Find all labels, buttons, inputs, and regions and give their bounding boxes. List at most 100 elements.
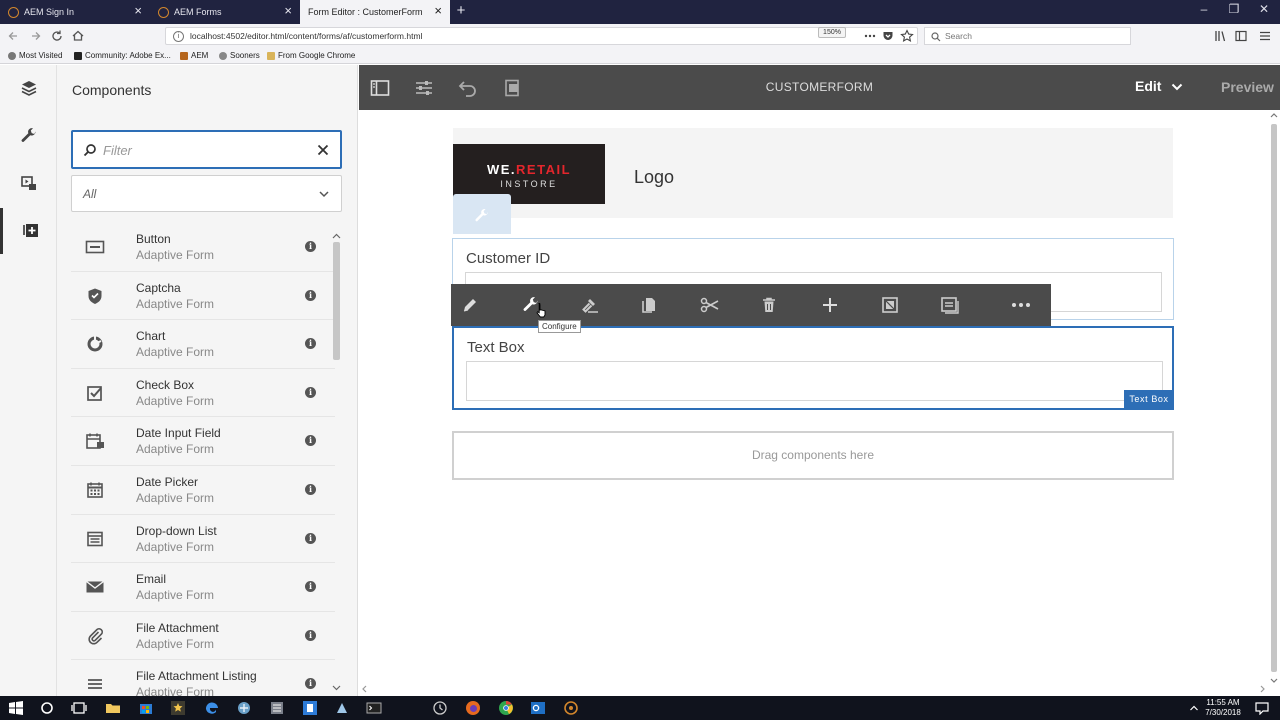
close-icon[interactable]: × bbox=[434, 4, 442, 18]
outlook-icon[interactable] bbox=[530, 700, 546, 716]
site-info-icon[interactable]: i bbox=[173, 31, 184, 42]
bookmark-item[interactable]: Community: Adobe Ex... bbox=[74, 51, 171, 60]
list-item[interactable]: Email Adaptive Form i bbox=[71, 563, 335, 612]
text-box-field[interactable]: Text Box bbox=[452, 326, 1174, 410]
info-icon[interactable]: i bbox=[305, 532, 316, 544]
component-group: Adaptive Form bbox=[136, 393, 215, 408]
list-item[interactable]: Date Input Field Adaptive Form i bbox=[71, 417, 335, 466]
info-icon[interactable]: i bbox=[305, 484, 316, 495]
search-icon[interactable] bbox=[39, 700, 55, 716]
window-close-icon[interactable]: ✕ bbox=[1249, 2, 1279, 16]
app-icon[interactable] bbox=[302, 700, 318, 716]
rules-action-button[interactable] bbox=[579, 294, 601, 316]
filter-field[interactable] bbox=[71, 130, 342, 169]
reload-icon[interactable] bbox=[49, 28, 65, 44]
close-icon[interactable]: × bbox=[134, 4, 142, 18]
bookmark-star-icon[interactable] bbox=[899, 28, 915, 44]
bookmark-item[interactable]: Sooners bbox=[219, 51, 260, 60]
delete-action-button[interactable] bbox=[758, 294, 780, 316]
copy-action-button[interactable] bbox=[638, 294, 660, 316]
sidebar-icon[interactable] bbox=[1233, 28, 1249, 44]
edit-mode-button[interactable]: Edit bbox=[1135, 78, 1161, 94]
search-field[interactable]: Search bbox=[924, 27, 1131, 45]
list-item[interactable]: Check Box Adaptive Form i bbox=[71, 369, 335, 418]
scroll-down-icon[interactable] bbox=[332, 685, 341, 691]
task-view-icon[interactable] bbox=[71, 700, 87, 716]
properties-button[interactable] bbox=[0, 113, 57, 159]
text-box-input[interactable] bbox=[466, 361, 1163, 401]
list-item[interactable]: File Attachment Adaptive Form i bbox=[71, 612, 335, 661]
component-name: Captcha bbox=[136, 280, 181, 295]
insert-action-button[interactable] bbox=[819, 294, 841, 316]
star-app-icon[interactable] bbox=[170, 700, 186, 716]
chevron-down-icon[interactable] bbox=[1171, 82, 1183, 92]
browser-tab-active[interactable]: Form Editor : CustomerForm × bbox=[300, 0, 450, 24]
browser-tab[interactable]: AEM Sign In × bbox=[0, 0, 150, 24]
clock-app-icon[interactable] bbox=[432, 700, 448, 716]
filter-input[interactable] bbox=[103, 140, 303, 160]
menu-icon[interactable] bbox=[1257, 28, 1273, 44]
minimize-icon[interactable]: – bbox=[1189, 2, 1219, 16]
layers-button[interactable] bbox=[0, 65, 57, 111]
system-clock[interactable]: 11:55 AM 7/30/2018 bbox=[1196, 698, 1250, 718]
list-item[interactable]: Button Adaptive Form i bbox=[71, 223, 335, 272]
info-icon[interactable]: i bbox=[305, 581, 316, 593]
pocket-icon[interactable] bbox=[880, 28, 896, 44]
component-group-select[interactable]: All bbox=[71, 175, 342, 212]
new-tab-icon[interactable]: + bbox=[452, 2, 470, 19]
close-icon[interactable]: × bbox=[284, 4, 292, 18]
list-item[interactable]: Chart Adaptive Form i bbox=[71, 320, 335, 369]
library-icon[interactable] bbox=[1212, 28, 1228, 44]
gear-icon bbox=[219, 51, 227, 60]
clear-icon[interactable] bbox=[317, 144, 329, 156]
more-actions-button[interactable] bbox=[1010, 294, 1032, 316]
browser-tab[interactable]: AEM Forms × bbox=[150, 0, 300, 24]
preview-button[interactable]: Preview bbox=[1221, 79, 1274, 95]
panel-action-button[interactable] bbox=[879, 294, 901, 316]
bookmark-item[interactable]: AEM bbox=[180, 51, 208, 60]
bookmark-folder[interactable]: From Google Chrome bbox=[267, 51, 355, 60]
forward-icon[interactable] bbox=[27, 28, 43, 44]
drop-zone[interactable]: Drag components here bbox=[452, 431, 1174, 480]
info-icon[interactable]: i bbox=[305, 386, 316, 398]
start-icon[interactable] bbox=[8, 700, 24, 716]
app-icon[interactable] bbox=[269, 700, 285, 716]
canvas-vertical-scrollbar[interactable] bbox=[1268, 110, 1280, 687]
edge-icon[interactable] bbox=[204, 700, 220, 716]
address-bar[interactable]: i localhost:4502/editor.html/content/for… bbox=[165, 27, 918, 45]
terminal-icon[interactable] bbox=[366, 700, 382, 716]
list-item[interactable]: Date Picker Adaptive Form i bbox=[71, 466, 335, 515]
zoom-level[interactable]: 150% bbox=[818, 27, 846, 38]
file-explorer-icon[interactable] bbox=[105, 700, 121, 716]
header-configure-tab[interactable] bbox=[453, 194, 511, 234]
bookmark-item[interactable]: Most Visited bbox=[8, 51, 62, 60]
list-item[interactable]: File Attachment Listing Adaptive Form i bbox=[71, 660, 335, 697]
edit-action-button[interactable] bbox=[459, 294, 481, 316]
info-icon[interactable]: i bbox=[305, 338, 316, 350]
more-icon[interactable] bbox=[862, 28, 878, 44]
back-icon[interactable] bbox=[6, 28, 22, 44]
info-icon[interactable]: i bbox=[305, 241, 316, 252]
info-icon[interactable]: i bbox=[305, 435, 316, 447]
scroll-up-icon[interactable] bbox=[332, 233, 341, 239]
components-button[interactable] bbox=[0, 208, 57, 254]
cut-action-button[interactable] bbox=[699, 294, 721, 316]
panel-scrollbar[interactable] bbox=[333, 242, 340, 360]
list-item[interactable]: Captcha Adaptive Form i bbox=[71, 272, 335, 321]
canvas-horizontal-scrollbar[interactable] bbox=[359, 684, 1268, 694]
app-icon[interactable] bbox=[563, 700, 579, 716]
list-item[interactable]: Drop-down List Adaptive Form i bbox=[71, 515, 335, 564]
store-icon[interactable] bbox=[138, 700, 154, 716]
firefox-icon[interactable] bbox=[465, 700, 481, 716]
assets-button[interactable] bbox=[0, 160, 57, 206]
info-icon[interactable]: i bbox=[305, 678, 316, 690]
app-icon[interactable] bbox=[236, 700, 252, 716]
restore-icon[interactable]: ❐ bbox=[1219, 2, 1249, 16]
info-icon[interactable]: i bbox=[305, 289, 316, 301]
info-icon[interactable]: i bbox=[305, 629, 316, 641]
fragment-action-button[interactable] bbox=[939, 294, 961, 316]
chrome-icon[interactable] bbox=[498, 700, 514, 716]
notifications-icon[interactable] bbox=[1254, 700, 1270, 716]
app-icon[interactable] bbox=[334, 700, 350, 716]
home-icon[interactable] bbox=[70, 28, 86, 44]
